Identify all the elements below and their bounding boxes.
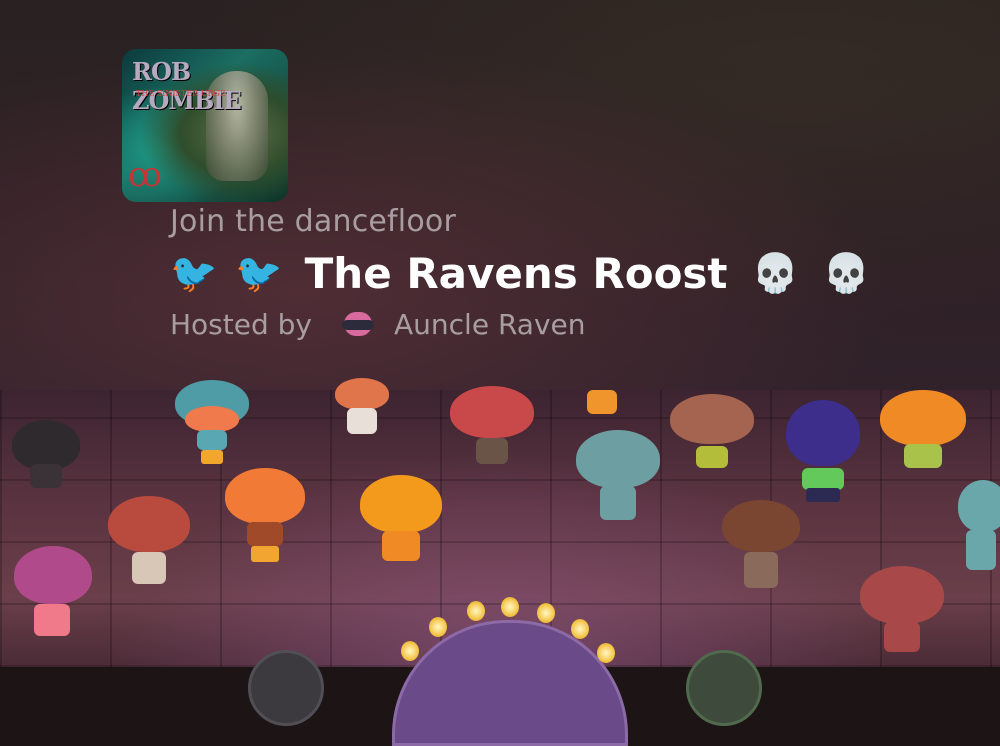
dancer-avatar[interactable]	[225, 468, 305, 566]
room-title-row: 🐦 🐦 The Ravens Roost 💀 💀	[170, 246, 870, 300]
skull-icon: 💀	[751, 251, 799, 295]
album-art-subtitle: THE SINISTER URGE	[136, 89, 226, 98]
dancer-avatar[interactable]	[670, 394, 754, 480]
host-avatar-mask	[342, 320, 374, 330]
light-bulb-icon	[501, 597, 519, 617]
room-name: The Ravens Roost	[304, 248, 728, 298]
hosted-by-row: Hosted by Auncle Raven	[170, 306, 586, 342]
light-bulb-icon	[597, 643, 615, 663]
raven-icon: 🐦	[170, 251, 218, 295]
album-art-logo: ROB ZOMBIE	[132, 57, 242, 115]
light-bulb-icon	[467, 601, 485, 621]
join-dancefloor-label: Join the dancefloor	[170, 204, 456, 239]
dancer-avatar[interactable]	[10, 420, 82, 490]
left-control-button[interactable]	[248, 650, 324, 726]
dancer-avatar[interactable]	[784, 400, 862, 504]
dancer-avatar[interactable]	[175, 380, 249, 468]
light-bulb-icon	[571, 619, 589, 639]
album-art-glyph: ꝏ	[128, 155, 162, 195]
hosted-by-label: Hosted by	[170, 307, 312, 341]
dancer-avatar[interactable]	[576, 420, 660, 524]
dancer-avatar[interactable]	[108, 496, 190, 588]
dancer-avatar[interactable]	[860, 566, 944, 658]
dancer-avatar[interactable]	[880, 390, 966, 482]
light-bulb-icon	[429, 617, 447, 637]
room-header: ROB ZOMBIE THE SINISTER URGE ꝏ Join the …	[0, 0, 1000, 390]
dancefloor[interactable]	[0, 378, 1000, 746]
dancer-avatar[interactable]	[14, 546, 92, 652]
album-art[interactable]: ROB ZOMBIE THE SINISTER URGE ꝏ	[122, 49, 288, 202]
light-bulb-icon	[537, 603, 555, 623]
dancer-avatar[interactable]	[360, 475, 442, 565]
dancer-avatar[interactable]	[577, 390, 627, 416]
raven-icon: 🐦	[235, 251, 283, 295]
skull-icon: 💀	[822, 251, 871, 295]
dancer-avatar[interactable]	[958, 480, 1000, 580]
right-control-button[interactable]	[686, 650, 762, 726]
dancer-avatar[interactable]	[450, 386, 534, 476]
dancer-avatar[interactable]	[722, 500, 800, 592]
dancer-avatar[interactable]	[335, 378, 389, 440]
host-name[interactable]: Auncle Raven	[394, 308, 586, 341]
host-avatar[interactable]	[338, 310, 378, 338]
light-bulb-icon	[401, 641, 419, 661]
